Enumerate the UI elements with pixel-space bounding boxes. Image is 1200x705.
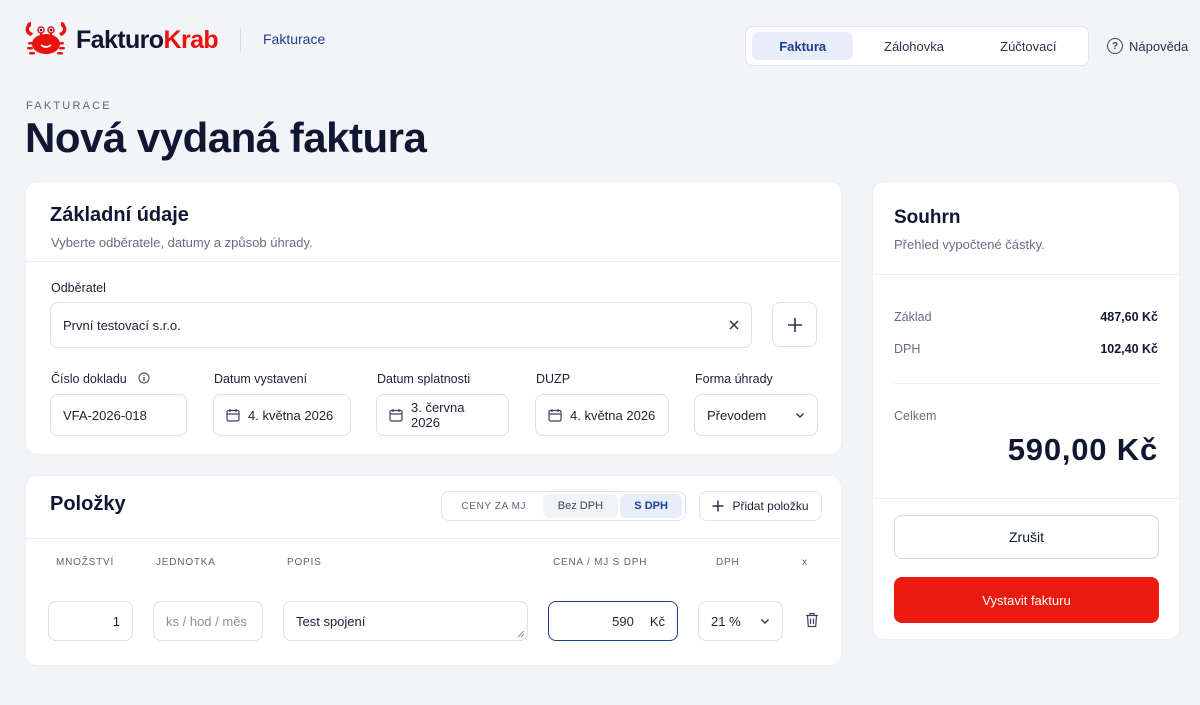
chevron-down-icon bbox=[761, 619, 769, 624]
due-date-picker[interactable]: 3. června 2026 bbox=[376, 394, 509, 436]
col-remove: x bbox=[802, 557, 808, 568]
calendar-icon bbox=[389, 409, 403, 422]
top-bar: FakturoKrab Fakturace Faktura Zálohovka … bbox=[0, 0, 1200, 84]
duzp-date-picker[interactable]: 4. května 2026 bbox=[535, 394, 669, 436]
col-vat: DPH bbox=[716, 557, 740, 568]
trash-icon[interactable] bbox=[805, 612, 819, 628]
col-qty: MNOŽSTVÍ bbox=[56, 557, 115, 568]
top-divider bbox=[240, 28, 241, 52]
price-mode-toggle: CENY ZA MJ Bez DPH S DPH bbox=[441, 491, 686, 521]
unit-input[interactable]: ks / hod / měs bbox=[153, 601, 263, 641]
duzp-label: DUZP bbox=[536, 372, 571, 386]
base-label: Základ bbox=[894, 310, 932, 324]
app-logo[interactable]: FakturoKrab bbox=[22, 20, 219, 60]
price-mode-without-vat[interactable]: Bez DPH bbox=[542, 494, 619, 518]
price-mode-with-vat[interactable]: S DPH bbox=[620, 494, 682, 518]
tab-zalohovka[interactable]: Zálohovka bbox=[855, 32, 972, 60]
summary-subtitle: Přehled vypočtené částky. bbox=[894, 237, 1045, 252]
plus-icon bbox=[787, 317, 802, 332]
plus-icon bbox=[712, 500, 724, 512]
summary-card: Souhrn Přehled vypočtené částky. Základ … bbox=[872, 181, 1180, 640]
divider bbox=[26, 261, 841, 262]
payment-label: Forma úhrady bbox=[695, 372, 773, 386]
divider bbox=[873, 498, 1179, 499]
add-customer-button[interactable] bbox=[772, 302, 817, 347]
calendar-icon bbox=[226, 409, 240, 422]
summary-title: Souhrn bbox=[894, 207, 961, 228]
basic-info-card: Základní údaje Vyberte odběratele, datum… bbox=[25, 181, 842, 455]
document-type-switch: Faktura Zálohovka Zúčtovací bbox=[745, 26, 1089, 66]
customer-value: První testovací s.r.o. bbox=[63, 317, 181, 333]
currency-label: Kč bbox=[649, 613, 665, 629]
vat-value: 102,40 Kč bbox=[1100, 342, 1158, 356]
resize-handle-icon[interactable] bbox=[517, 630, 525, 638]
issue-date-label: Datum vystavení bbox=[214, 372, 308, 386]
payment-select[interactable]: Převodem bbox=[694, 394, 818, 436]
doc-number-label: Číslo dokladu bbox=[51, 372, 150, 386]
total-label: Celkem bbox=[894, 409, 937, 423]
help-label: Nápověda bbox=[1129, 38, 1189, 54]
crab-icon bbox=[25, 22, 67, 55]
tab-zuctovaci[interactable]: Zúčtovací bbox=[975, 32, 1082, 60]
help-link[interactable]: ? Nápověda bbox=[1107, 38, 1188, 54]
col-desc: POPIS bbox=[287, 557, 322, 568]
divider bbox=[26, 538, 841, 539]
divider bbox=[873, 274, 1179, 275]
brand-name: FakturoKrab bbox=[76, 25, 219, 54]
info-icon[interactable] bbox=[138, 372, 150, 384]
basic-title: Základní údaje bbox=[50, 204, 189, 226]
issue-date-picker[interactable]: 4. května 2026 bbox=[213, 394, 351, 436]
items-title: Položky bbox=[50, 493, 126, 515]
question-icon: ? bbox=[1107, 38, 1123, 54]
col-price: CENA / MJ S DPH bbox=[553, 557, 648, 568]
vat-select[interactable]: 21 % bbox=[698, 601, 783, 641]
total-value: 590,00 Kč bbox=[1007, 432, 1158, 467]
col-unit: JEDNOTKA bbox=[156, 557, 216, 568]
cancel-button[interactable]: Zrušit bbox=[894, 515, 1159, 559]
basic-subtitle: Vyberte odběratele, datumy a způsob úhra… bbox=[51, 235, 313, 250]
divider bbox=[894, 383, 1159, 384]
top-section-link[interactable]: Fakturace bbox=[263, 31, 325, 47]
close-icon[interactable] bbox=[729, 320, 739, 330]
base-value: 487,60 Kč bbox=[1100, 310, 1158, 324]
calendar-icon bbox=[548, 409, 562, 422]
description-textarea[interactable]: Test spojení bbox=[283, 601, 528, 641]
tab-faktura[interactable]: Faktura bbox=[752, 32, 854, 60]
price-input[interactable]: 590 Kč bbox=[548, 601, 678, 641]
items-card: Položky CENY ZA MJ Bez DPH S DPH Přidat … bbox=[25, 475, 842, 666]
chevron-down-icon bbox=[796, 413, 804, 418]
due-date-label: Datum splatnosti bbox=[377, 372, 471, 386]
doc-number-input[interactable]: VFA-2026-018 bbox=[50, 394, 187, 436]
price-mode-label: CENY ZA MJ bbox=[461, 500, 527, 512]
customer-label: Odběratel bbox=[51, 281, 106, 295]
add-item-button[interactable]: Přidat položku bbox=[699, 491, 822, 521]
qty-input[interactable]: 1 bbox=[48, 601, 133, 641]
vat-label: DPH bbox=[894, 342, 921, 356]
issue-invoice-button[interactable]: Vystavit fakturu bbox=[894, 577, 1159, 623]
customer-select[interactable]: První testovací s.r.o. bbox=[50, 302, 752, 348]
page-eyebrow: FAKTURACE bbox=[26, 100, 112, 112]
page-title: Nová vydaná faktura bbox=[25, 114, 427, 161]
